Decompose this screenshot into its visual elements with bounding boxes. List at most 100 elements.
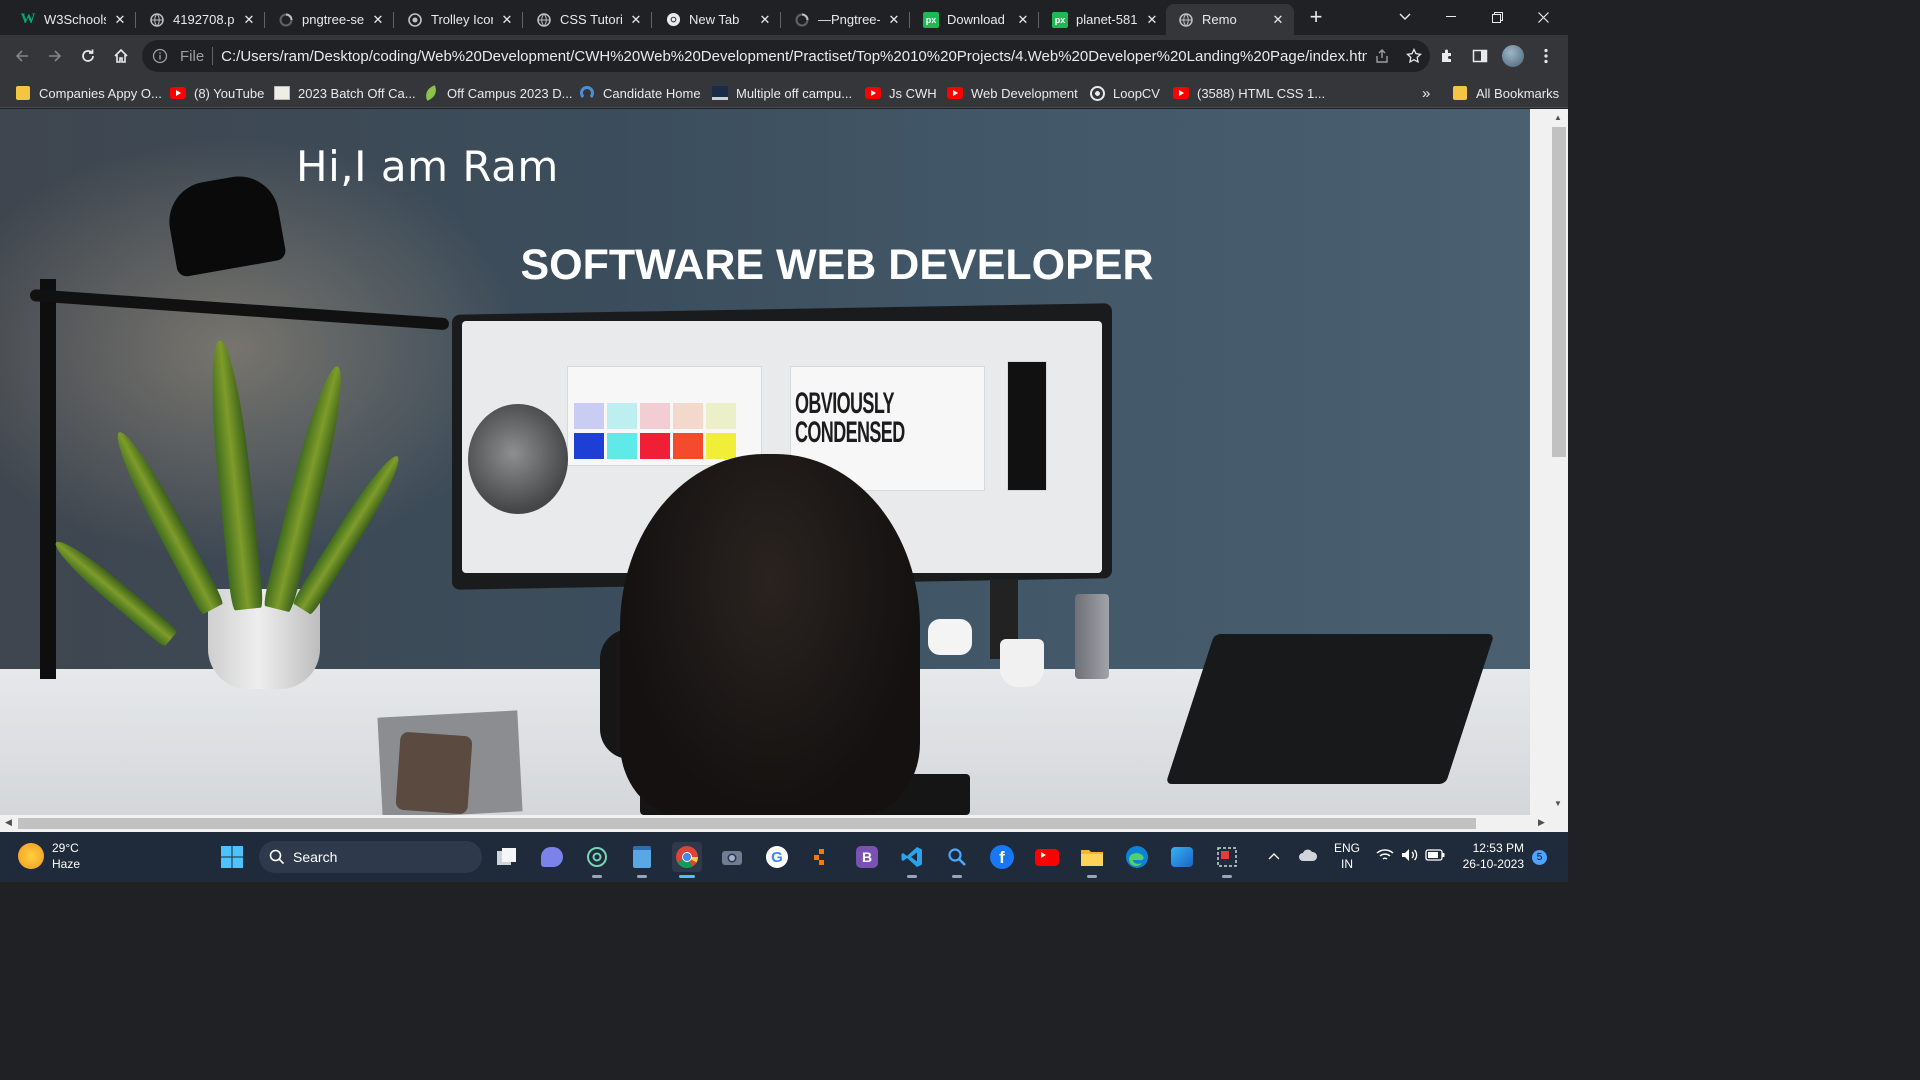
scroll-left-arrow-icon[interactable]: ◀ [5,817,12,828]
file-explorer-icon[interactable] [1077,842,1107,878]
notepad-icon[interactable] [627,842,657,878]
vertical-scroll-thumb[interactable] [1552,127,1566,457]
bookmark-item[interactable]: (3588) HTML CSS 1... [1173,83,1325,103]
tab-pngtree[interactable]: pngtree-se ✕ [266,4,394,35]
close-tab-icon[interactable]: ✕ [628,12,644,28]
svg-text:G: G [771,849,783,866]
site-thumbnail-icon [274,85,290,101]
scroll-right-arrow-icon[interactable]: ▶ [1538,817,1545,828]
wifi-icon[interactable] [1376,848,1394,866]
onedrive-cloud-icon[interactable] [1298,848,1318,866]
w3schools-icon: W [20,11,36,27]
scroll-down-arrow-icon[interactable]: ▼ [1554,799,1562,808]
address-bar[interactable]: File C:/Users/ram/Desktop/coding/Web%20D… [142,40,1430,72]
language-indicator[interactable]: ENG IN [1334,840,1360,872]
back-button[interactable] [9,43,35,69]
photos-icon[interactable] [1167,842,1197,872]
camera-icon[interactable] [717,842,747,872]
task-view-icon[interactable] [492,842,522,872]
bookmark-item[interactable]: Off Campus 2023 D... [422,83,573,103]
tab-title: —Pngtree- [818,12,880,27]
teams-chat-icon[interactable] [537,842,567,872]
close-tab-icon[interactable]: ✕ [1270,12,1286,28]
app-icon-orange[interactable] [807,842,837,872]
close-tab-icon[interactable]: ✕ [370,12,386,28]
bookmark-item[interactable]: Companies Appy O... [15,83,162,103]
taskbar-search-box[interactable]: Search [259,841,482,873]
microphone [468,404,568,514]
windows-taskbar: 29°C Haze Search G B f ENG IN 12:53 PM 2… [0,832,1568,882]
start-windows-icon[interactable] [217,842,247,872]
all-bookmarks-button[interactable]: All Bookmarks [1452,83,1559,103]
extensions-icon[interactable] [1434,43,1460,69]
horizontal-scroll-thumb[interactable] [18,818,1476,829]
tab-4192708[interactable]: 4192708.p ✕ [137,4,265,35]
weather-widget[interactable]: 29°C Haze [18,840,80,872]
tab-css-tutorial[interactable]: CSS Tutoria ✕ [524,4,652,35]
lamp-arm [29,289,450,331]
person [620,454,920,815]
bookmark-item[interactable]: 2023 Batch Off Ca... [274,83,416,103]
google-icon[interactable]: G [762,842,792,872]
close-tab-icon[interactable]: ✕ [886,12,902,28]
tab-remo-active[interactable]: Remo ✕ [1166,4,1294,35]
bootstrap-studio-icon[interactable]: B [852,842,882,872]
close-tab-icon[interactable]: ✕ [1015,12,1031,28]
vscode-icon[interactable] [897,842,927,878]
clock[interactable]: 12:53 PM 26-10-2023 [1456,840,1524,872]
tab-download[interactable]: px Download ✕ [911,4,1039,35]
close-tab-icon[interactable]: ✕ [1144,12,1160,28]
home-button[interactable] [108,43,134,69]
magnifier-app-icon[interactable] [942,842,972,878]
tab-new-tab[interactable]: New Tab ✕ [653,4,781,35]
clock-time: 12:53 PM [1472,841,1524,855]
close-tab-icon[interactable]: ✕ [112,12,128,28]
youtube-icon [865,85,881,101]
chrome-taskbar-icon[interactable] [672,842,702,878]
show-hidden-icons-chevron-icon[interactable] [1268,848,1280,864]
bookmark-item[interactable]: (8) YouTube [170,83,264,103]
tab-strip: W W3Schools ✕ 4192708.p ✕ pngtree-se ✕ T… [0,0,1568,35]
scroll-up-arrow-icon[interactable]: ▲ [1554,113,1562,122]
close-tab-icon[interactable]: ✕ [241,12,257,28]
close-window-button[interactable] [1520,4,1566,30]
notification-badge[interactable]: 5 [1532,850,1547,865]
tab-planet[interactable]: px planet-581 ✕ [1040,4,1168,35]
battery-icon[interactable] [1425,849,1445,865]
tab-pngtree-2[interactable]: —Pngtree- ✕ [782,4,910,35]
edge-icon[interactable] [1122,842,1152,872]
minimize-button[interactable] [1428,4,1474,30]
bookmark-item[interactable]: Js CWH [865,83,937,103]
weather-condition: Haze [52,857,81,871]
close-tab-icon[interactable]: ✕ [499,12,515,28]
bookmarks-overflow-button[interactable]: » [1422,83,1430,103]
bookmark-item[interactable]: Multiple off campu... [712,83,852,103]
tab-w3schools[interactable]: W W3Schools ✕ [8,4,136,35]
new-tab-button[interactable]: + [1304,6,1328,30]
reload-button[interactable] [75,43,101,69]
snipping-tool-icon[interactable] [1212,842,1242,878]
bookmark-item[interactable]: Candidate Home [579,83,701,103]
bookmark-item[interactable]: LoopCV [1089,83,1160,103]
forward-button[interactable] [42,43,68,69]
chatgpt-app-icon[interactable] [582,842,612,878]
volume-icon[interactable] [1401,848,1419,866]
url-text[interactable]: C:/Users/ram/Desktop/coding/Web%20Develo… [221,48,1366,65]
bookmark-star-icon[interactable] [1398,40,1430,72]
facebook-icon[interactable]: f [987,842,1017,872]
vertical-scrollbar[interactable]: ▲ ▼ [1530,109,1568,815]
profile-avatar[interactable] [1500,43,1526,69]
youtube-icon [947,85,963,101]
restore-button[interactable] [1474,4,1520,30]
info-icon[interactable] [152,48,168,64]
share-icon[interactable] [1367,40,1399,72]
bookmark-item[interactable]: Web Development [947,83,1078,103]
youtube-taskbar-icon[interactable] [1032,842,1062,872]
tab-trolley-icon[interactable]: Trolley Icor ✕ [395,4,523,35]
tab-title: New Tab [689,12,740,27]
close-tab-icon[interactable]: ✕ [757,12,773,28]
horizontal-scrollbar[interactable]: ◀ ▶ [0,815,1568,832]
menu-kebab-icon[interactable] [1533,43,1559,69]
side-panel-icon[interactable] [1467,43,1493,69]
tab-search-chevron-icon[interactable] [1382,4,1428,30]
